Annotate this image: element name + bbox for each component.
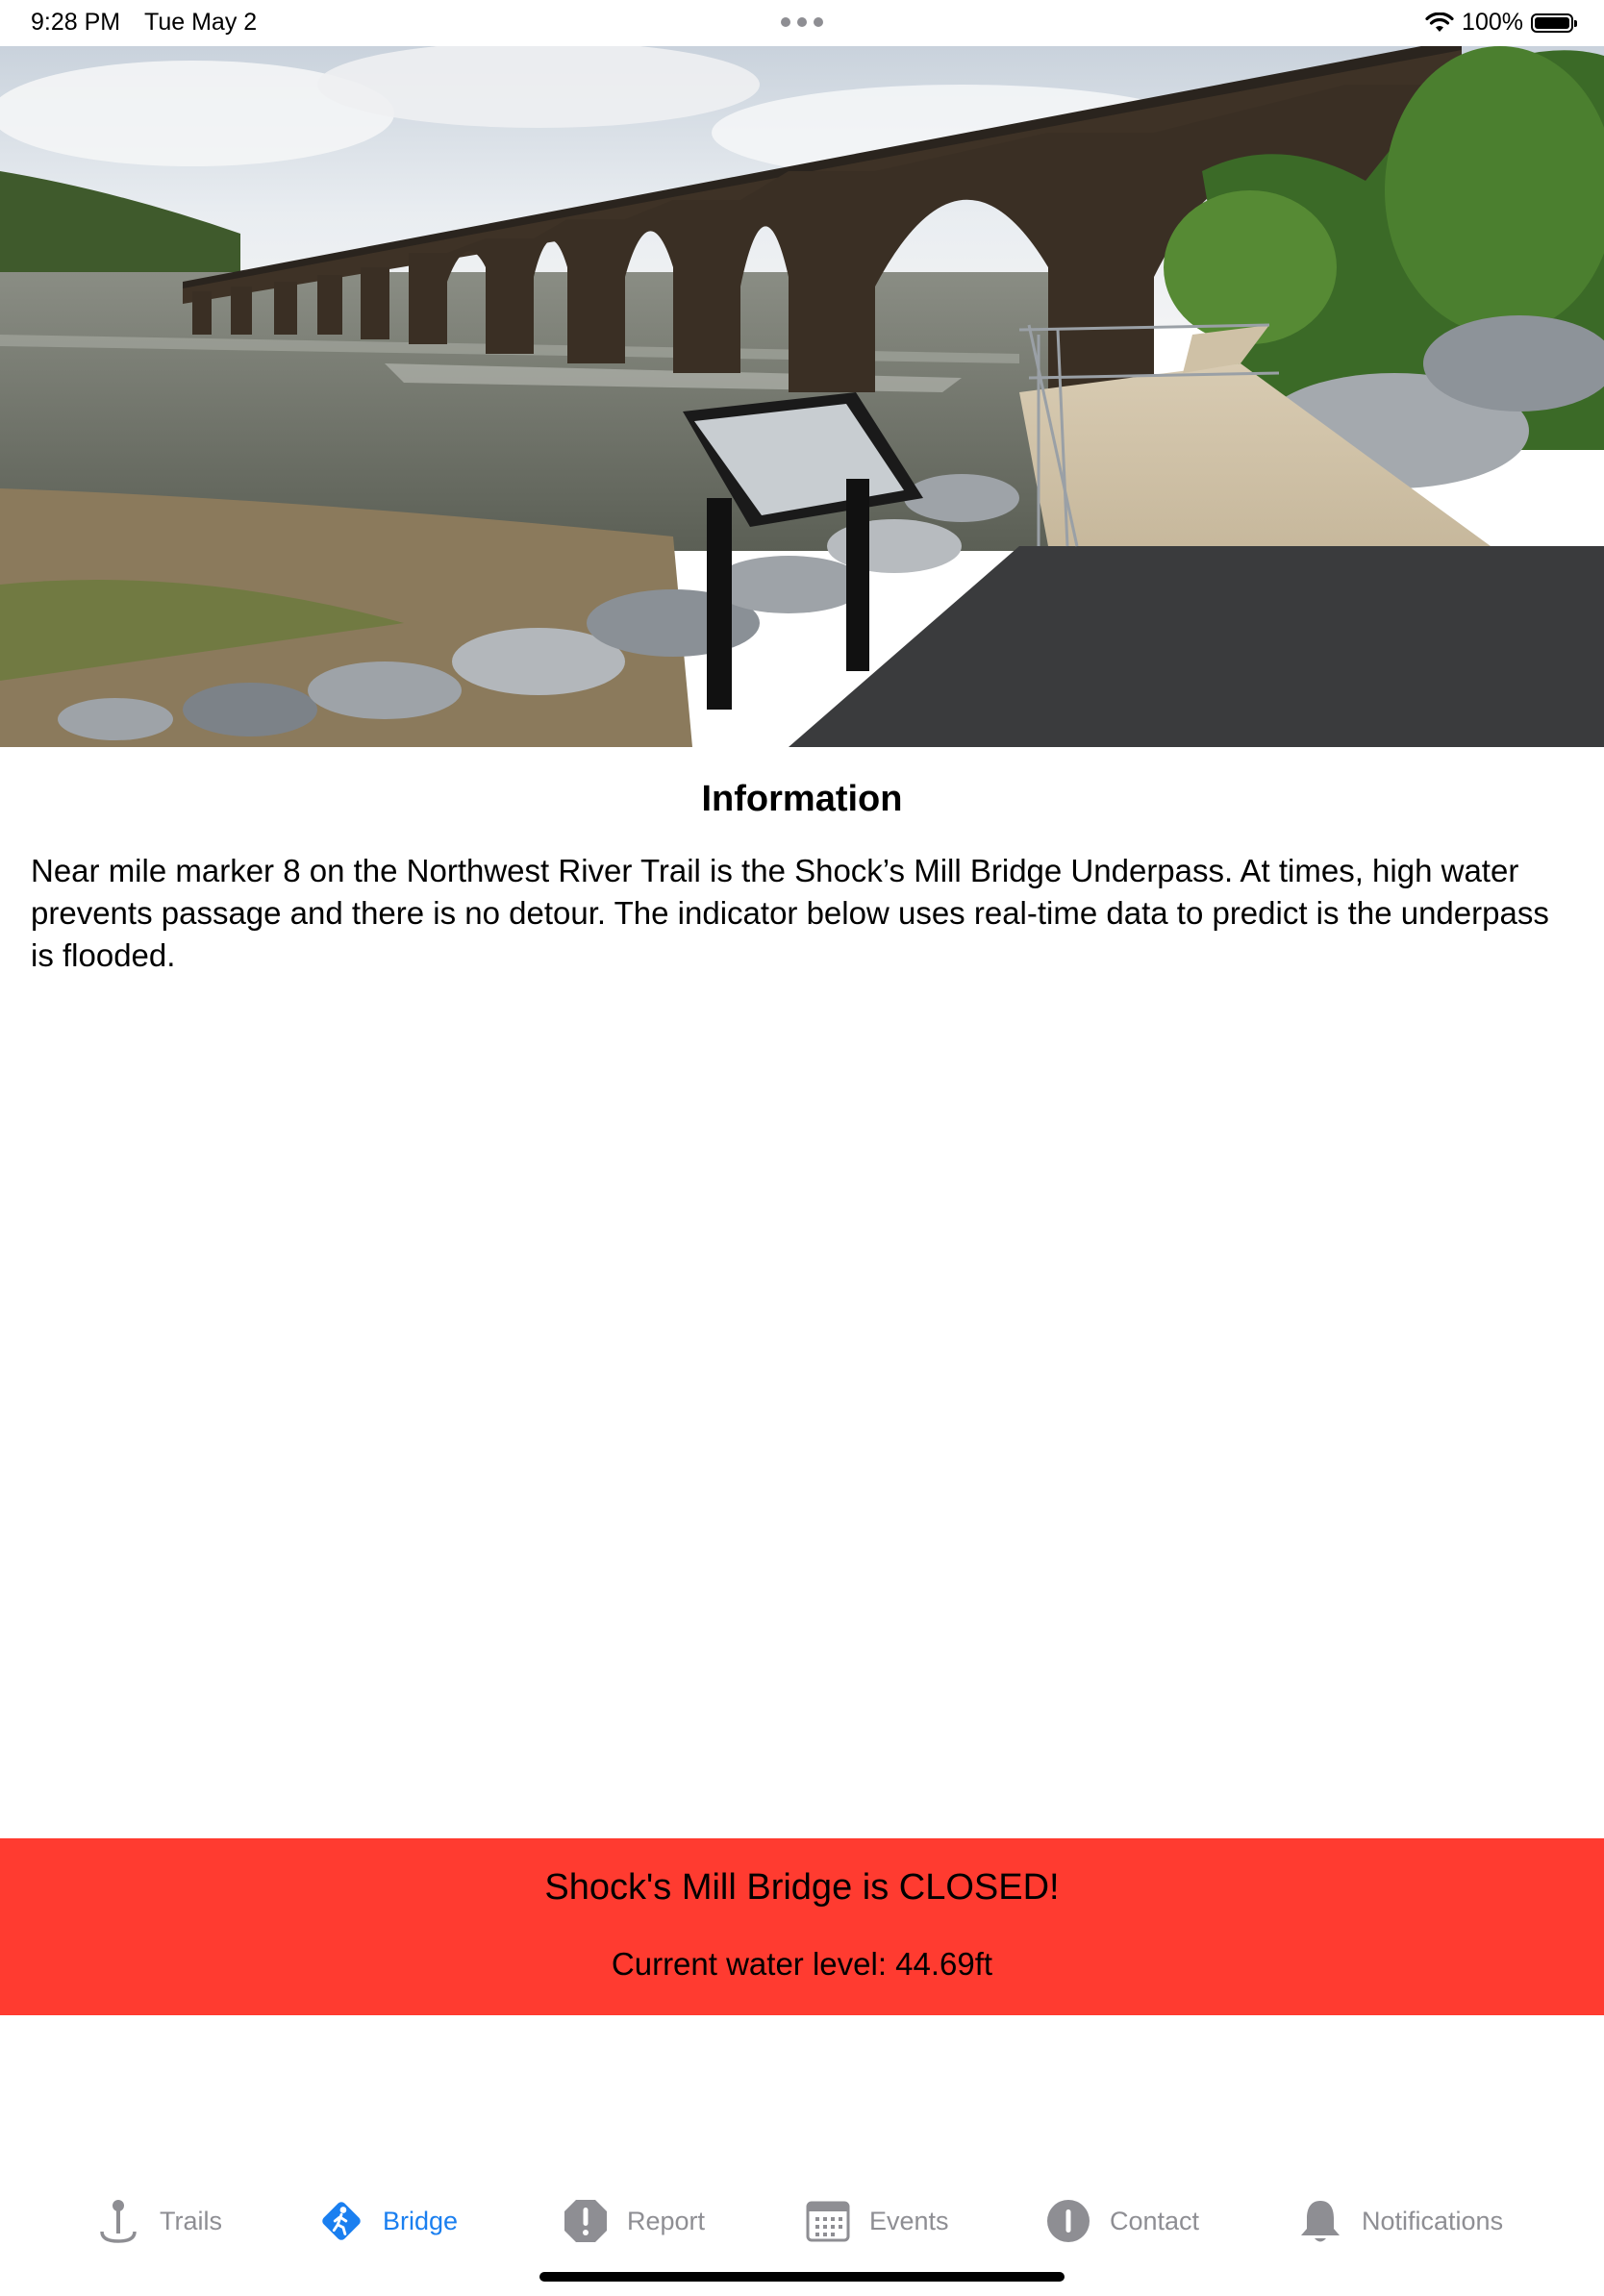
multitasking-dots-icon[interactable]: [781, 17, 823, 27]
status-bar: 9:28 PM Tue May 2 100%: [0, 0, 1604, 44]
battery-icon: [1531, 12, 1577, 33]
bridge-walk-icon: [317, 2197, 365, 2245]
tab-label: Contact: [1110, 2206, 1200, 2235]
tab-contact[interactable]: Contact: [1044, 2183, 1199, 2259]
tab-report[interactable]: Report: [562, 2183, 705, 2259]
home-indicator[interactable]: [539, 2272, 1065, 2282]
tab-bar: Trails Bridge Report Events Contact Noti…: [0, 2183, 1604, 2259]
info-icon: [1044, 2197, 1092, 2245]
tab-label: Report: [627, 2206, 706, 2235]
trail-pin-icon: [94, 2197, 142, 2245]
info-title: Information: [701, 779, 903, 819]
exclamation-icon: [562, 2197, 610, 2245]
water-level-text: Current water level: 44.69ft: [611, 1946, 993, 1982]
calendar-icon: [804, 2197, 852, 2245]
tab-bridge[interactable]: Bridge: [317, 2183, 458, 2259]
status-right: 100%: [1425, 9, 1577, 37]
tab-notifications[interactable]: Notifications: [1296, 2183, 1503, 2259]
tab-trails[interactable]: Trails: [94, 2183, 222, 2259]
status-time: 9:28 PM: [31, 9, 121, 36]
info-body: Near mile marker 8 on the Northwest Rive…: [31, 853, 1549, 973]
tab-label: Notifications: [1362, 2206, 1504, 2235]
tab-label: Bridge: [383, 2206, 459, 2235]
tab-label: Trails: [160, 2206, 222, 2235]
bridge-photo: [0, 46, 1604, 747]
bridge-status-banner: Shock's Mill Bridge is CLOSED! Current w…: [0, 1838, 1604, 2015]
tab-label: Events: [869, 2206, 949, 2235]
status-date: Tue May 2: [144, 9, 258, 36]
battery-percent: 100%: [1462, 9, 1523, 36]
bell-icon: [1296, 2197, 1344, 2245]
wifi-icon: [1425, 12, 1454, 32]
tab-events[interactable]: Events: [804, 2183, 949, 2259]
bridge-status-text: Shock's Mill Bridge is CLOSED!: [544, 1867, 1060, 1908]
